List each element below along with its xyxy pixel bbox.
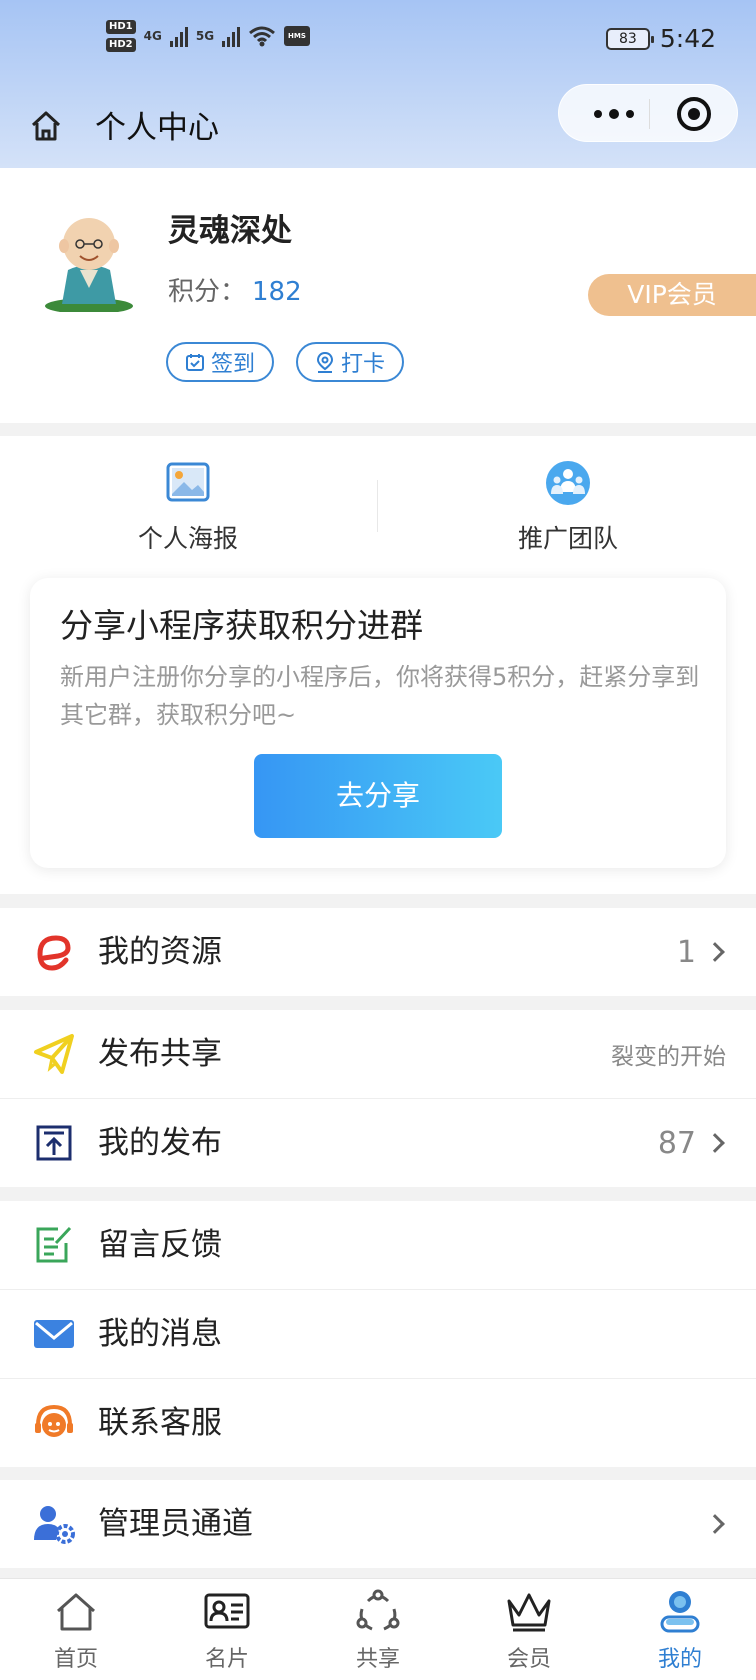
- page-title: 个人中心: [95, 110, 219, 146]
- paper-plane-icon: [34, 1034, 74, 1074]
- menu-value-wrap: 87: [658, 1121, 726, 1165]
- calendar-check-icon: [185, 354, 204, 371]
- miniprogram-capsule: [558, 84, 738, 142]
- checkin-button[interactable]: 打卡: [296, 342, 404, 382]
- team-label: 推广团队: [517, 524, 618, 553]
- hd1-text: HD: [109, 21, 126, 32]
- hd2-badge: HD2: [106, 38, 136, 52]
- edit-note-icon: [36, 1226, 72, 1263]
- tab-vip[interactable]: 会员: [469, 1587, 589, 1675]
- menu-value-wrap: [705, 1502, 726, 1546]
- username: 灵魂深处: [168, 213, 292, 249]
- user-icon: [660, 1591, 700, 1633]
- menu-label: 管理员通道: [98, 1506, 253, 1542]
- menu-label: 发布共享: [98, 1036, 222, 1072]
- more-menu-icon[interactable]: [579, 85, 649, 143]
- quick-divider: [377, 480, 378, 532]
- tab-card[interactable]: 名片: [167, 1587, 287, 1675]
- menu-row-admin[interactable]: 管理员通道: [0, 1480, 756, 1568]
- signal-5g-icon: [222, 25, 241, 47]
- home-nav-icon[interactable]: [28, 108, 64, 144]
- menu-row-my-posts[interactable]: 我的发布 87: [0, 1099, 756, 1187]
- poster-label: 个人海报: [137, 524, 238, 553]
- status-bar-left: HD1 HD2 4G 5G HMS: [106, 20, 310, 52]
- quick-action-poster[interactable]: 个人海报: [58, 460, 318, 556]
- wifi-icon: [249, 26, 276, 47]
- battery-icon: 83: [605, 27, 654, 50]
- network-4g-label: 4G: [143, 29, 162, 43]
- close-target-icon[interactable]: [677, 97, 711, 131]
- capsule-divider: [649, 99, 650, 129]
- tab-label: 首页: [53, 1647, 98, 1672]
- resource-e-icon: [37, 935, 71, 971]
- share-card: 分享小程序获取积分进群 新用户注册你分享的小程序后，你将获得5积分，赶紧分享到其…: [30, 578, 726, 868]
- clock-time: 5:42: [659, 24, 716, 53]
- network-5g-label: 5G: [195, 29, 215, 43]
- crown-icon: [507, 1593, 551, 1632]
- chevron-right-icon: [705, 1514, 725, 1534]
- top-header: HD1 HD2 4G 5G HMS 83 5:42 个人中心: [0, 0, 756, 168]
- bottom-tab-bar: 首页 名片 共享 会员 我的: [0, 1578, 756, 1680]
- menu-row-my-resources[interactable]: 我的资源 1: [0, 908, 756, 996]
- points-label: 积分：: [168, 277, 247, 307]
- menu-label: 我的资源: [98, 934, 222, 970]
- go-share-button[interactable]: 去分享: [254, 754, 502, 838]
- tab-home[interactable]: 首页: [16, 1587, 136, 1675]
- hd-indicators: HD1 HD2: [106, 20, 136, 52]
- share-cycle-icon: [356, 1589, 400, 1631]
- menu-row-messages[interactable]: 我的消息: [0, 1290, 756, 1378]
- hd2-sub: 2: [125, 39, 133, 50]
- signal-icon: [169, 25, 188, 47]
- tab-label: 我的: [657, 1647, 702, 1672]
- points-value: 182: [252, 277, 302, 307]
- menu-value-wrap: 1: [677, 930, 726, 974]
- signin-button[interactable]: 签到: [166, 342, 274, 382]
- tab-label: 名片: [204, 1647, 249, 1672]
- team-icon: [546, 461, 590, 505]
- poster-image-icon: [166, 462, 210, 502]
- hms-badge: HMS: [284, 26, 310, 46]
- hd1-badge: HD1: [106, 20, 136, 34]
- share-description: 新用户注册你分享的小程序后，你将获得5积分，赶紧分享到其它群，获取积分吧~: [60, 663, 700, 729]
- posts-count: 87: [657, 1125, 696, 1161]
- resource-count: 1: [676, 934, 696, 970]
- promo-panel: 个人海报 推广团队 分享小程序获取积分进群 新用户注册你分享的小程序后，你将获得…: [0, 436, 756, 894]
- upload-box-icon: [36, 1125, 72, 1161]
- chevron-right-icon: [705, 942, 725, 962]
- menu-label: 我的消息: [98, 1316, 222, 1352]
- tab-mine[interactable]: 我的: [620, 1587, 740, 1675]
- signin-label: 签到: [210, 352, 255, 377]
- hd1-sub: 1: [125, 21, 133, 32]
- admin-gear-icon: [34, 1506, 75, 1544]
- menu-row-publish-share[interactable]: 发布共享 裂变的开始: [0, 1010, 756, 1098]
- menu-row-support[interactable]: 联系客服: [0, 1379, 756, 1467]
- chevron-right-icon: [705, 1133, 725, 1153]
- tab-label: 会员: [506, 1647, 551, 1672]
- menu-label: 留言反馈: [98, 1227, 222, 1263]
- tab-label: 共享: [355, 1647, 400, 1672]
- card-icon: [204, 1593, 250, 1629]
- headset-icon: [35, 1404, 73, 1437]
- points-line: 积分： 182: [168, 274, 302, 310]
- mail-icon: [34, 1320, 74, 1348]
- location-pin-icon: [316, 351, 333, 373]
- quick-action-team[interactable]: 推广团队: [438, 460, 698, 556]
- menu-label: 我的发布: [98, 1125, 222, 1161]
- home-icon: [57, 1593, 95, 1631]
- avatar[interactable]: [40, 208, 138, 312]
- vip-badge[interactable]: VIP会员: [588, 274, 756, 316]
- checkin-label: 打卡: [340, 352, 385, 377]
- profile-section: 灵魂深处 积分： 182 VIP会员 签到 打卡: [0, 168, 756, 423]
- share-title: 分享小程序获取积分进群: [60, 606, 423, 645]
- menu-row-feedback[interactable]: 留言反馈: [0, 1201, 756, 1289]
- menu-label: 联系客服: [98, 1405, 222, 1441]
- status-bar-right: 83 5:42: [605, 24, 716, 53]
- publish-note: 裂变的开始: [611, 1044, 726, 1070]
- tab-share[interactable]: 共享: [318, 1587, 438, 1675]
- hd2-text: HD: [109, 39, 126, 50]
